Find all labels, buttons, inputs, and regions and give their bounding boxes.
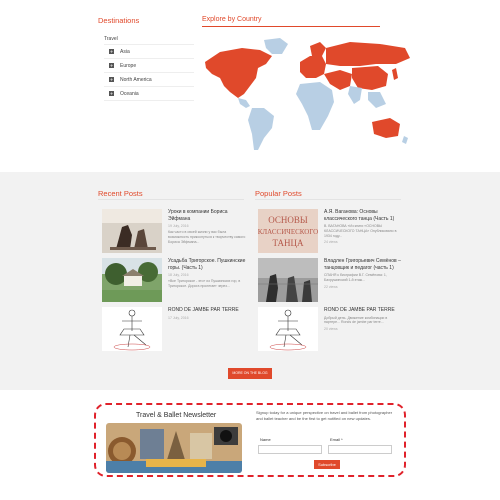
destination-label[interactable]: North America [120,73,152,87]
newsletter-description: Signup today for a unique perspective on… [256,410,393,421]
top-section: Destinations Travel + Asia + Europe + No… [0,0,500,172]
post-title[interactable]: ROND DE JAMBE PAR TERRE [168,307,246,314]
name-input[interactable] [258,445,322,454]
post-title[interactable]: ROND DE JAMBE PAR TERRE [324,307,402,314]
newsletter-box: Travel & Ballet Newsletter Signup today … [94,403,406,477]
map-region-scandinavia [310,42,326,56]
post-views: 20 views [324,327,338,332]
map-region-south-asia [348,86,362,104]
expand-icon[interactable]: + [109,91,114,96]
newsletter-title: Travel & Ballet Newsletter [136,412,217,419]
explore-title: Explore by Country [202,16,262,23]
popular-post[interactable]: ОСНОВЫ КЛАССИЧЕСКОГО ТАНЦА А.Я. Ваганова… [258,209,402,253]
thumbnail-text: КЛАССИЧЕСКОГО [258,228,318,236]
more-on-blog-button[interactable]: MORE ON THE BLOG [228,368,272,379]
post-thumbnail[interactable]: ОСНОВЫ КЛАССИЧЕСКОГО ТАНЦА [258,209,318,253]
post-title[interactable]: Усадьба Тригорское. Пушкинские горы. (Ча… [168,258,246,271]
newsletter-collage-image [106,423,242,473]
post-views: 24 views [324,240,338,245]
thumbnail-text: ТАНЦА [272,238,304,248]
map-region-europe [300,56,326,78]
destination-item-north-america[interactable]: + North America [104,73,194,87]
post-date: 19 July, 2016 [168,224,189,228]
post-excerpt: СПАНЯ к биографии В.Г. Семёнова: 1, Бахр… [324,273,387,282]
post-title[interactable]: Владлен Григорьевич Семёнов – танцовщик … [324,258,402,271]
destination-label[interactable]: Oceania [120,87,139,101]
map-region-africa [296,82,334,130]
destination-item-europe[interactable]: + Europe [104,59,194,73]
post-title[interactable]: Уроки в компании Бориса Эйфмана [168,209,246,222]
map-region-middle-east [324,70,352,90]
popular-posts-title: Popular Posts [255,189,302,198]
map-region-china [352,66,388,90]
map-region-southeast-asia [368,92,386,108]
map-region-north-america [205,48,272,98]
recent-post[interactable]: Уроки в компании Бориса Эйфмана 19 July,… [102,209,246,253]
recent-posts-title: Recent Posts [98,189,143,198]
destination-item-asia[interactable]: + Asia [104,45,194,59]
subscribe-button[interactable]: Subscribe [314,460,340,469]
post-excerpt: Как часто в своей жизни у вас была возмо… [168,230,246,244]
destinations-list: Travel + Asia + Europe + North America +… [104,33,194,101]
destination-label[interactable]: Europe [120,59,136,73]
thumbnail-text: ОСНОВЫ [268,215,308,225]
divider [255,199,401,200]
destination-item-oceania[interactable]: + Oceania [104,87,194,101]
map-region-japan [392,68,398,80]
post-excerpt: «Все Тригорское - это» из Пушкинских гор… [168,279,241,288]
name-label: Name [260,437,271,442]
destination-root-travel[interactable]: Travel [104,33,194,45]
expand-icon[interactable]: + [109,77,114,82]
divider [98,199,244,200]
world-map[interactable] [200,34,415,154]
expand-icon[interactable]: + [109,49,114,54]
popular-post[interactable]: ROND DE JAMBE PAR TERRE Добрый день. Дви… [258,307,402,351]
email-label: Email * [330,437,343,442]
posts-section: Recent Posts Popular Posts Уроки в компа… [0,172,500,390]
destination-label[interactable]: Asia [120,45,130,59]
map-region-south-america [248,108,274,150]
destinations-title: Destinations [98,16,140,25]
map-region-greenland [264,38,288,54]
map-region-australia [372,118,400,138]
post-title[interactable]: А.Я. Ваганова: Основы классического танц… [324,209,402,222]
recent-post[interactable]: ROND DE JAMBE PAR TERRE 17 July, 2016 [102,307,246,351]
map-region-central-america [238,98,250,108]
post-date: 17 July, 2016 [168,315,189,320]
recent-post[interactable]: Усадьба Тригорское. Пушкинские горы. (Ча… [102,258,246,302]
map-region-russia [326,42,410,66]
post-excerpt: В. ВАГАНОВА «Из книги «ОСНОВЫ КЛАССИЧЕСК… [324,224,397,238]
post-thumbnail[interactable] [102,258,162,302]
post-excerpt: Добрый день. Движение комбинации в парте… [324,315,388,325]
popular-post[interactable]: Владлен Григорьевич Семёнов – танцовщик … [258,258,402,302]
post-thumbnail[interactable] [258,307,318,351]
post-views: 22 views [324,284,338,289]
divider [202,26,380,27]
email-input[interactable] [328,445,392,454]
post-date: 18 July, 2016 [168,273,189,277]
post-thumbnail[interactable] [102,209,162,253]
map-region-new-zealand [402,136,408,144]
post-thumbnail[interactable] [258,258,318,302]
expand-icon[interactable]: + [109,63,114,68]
post-thumbnail[interactable] [102,307,162,351]
